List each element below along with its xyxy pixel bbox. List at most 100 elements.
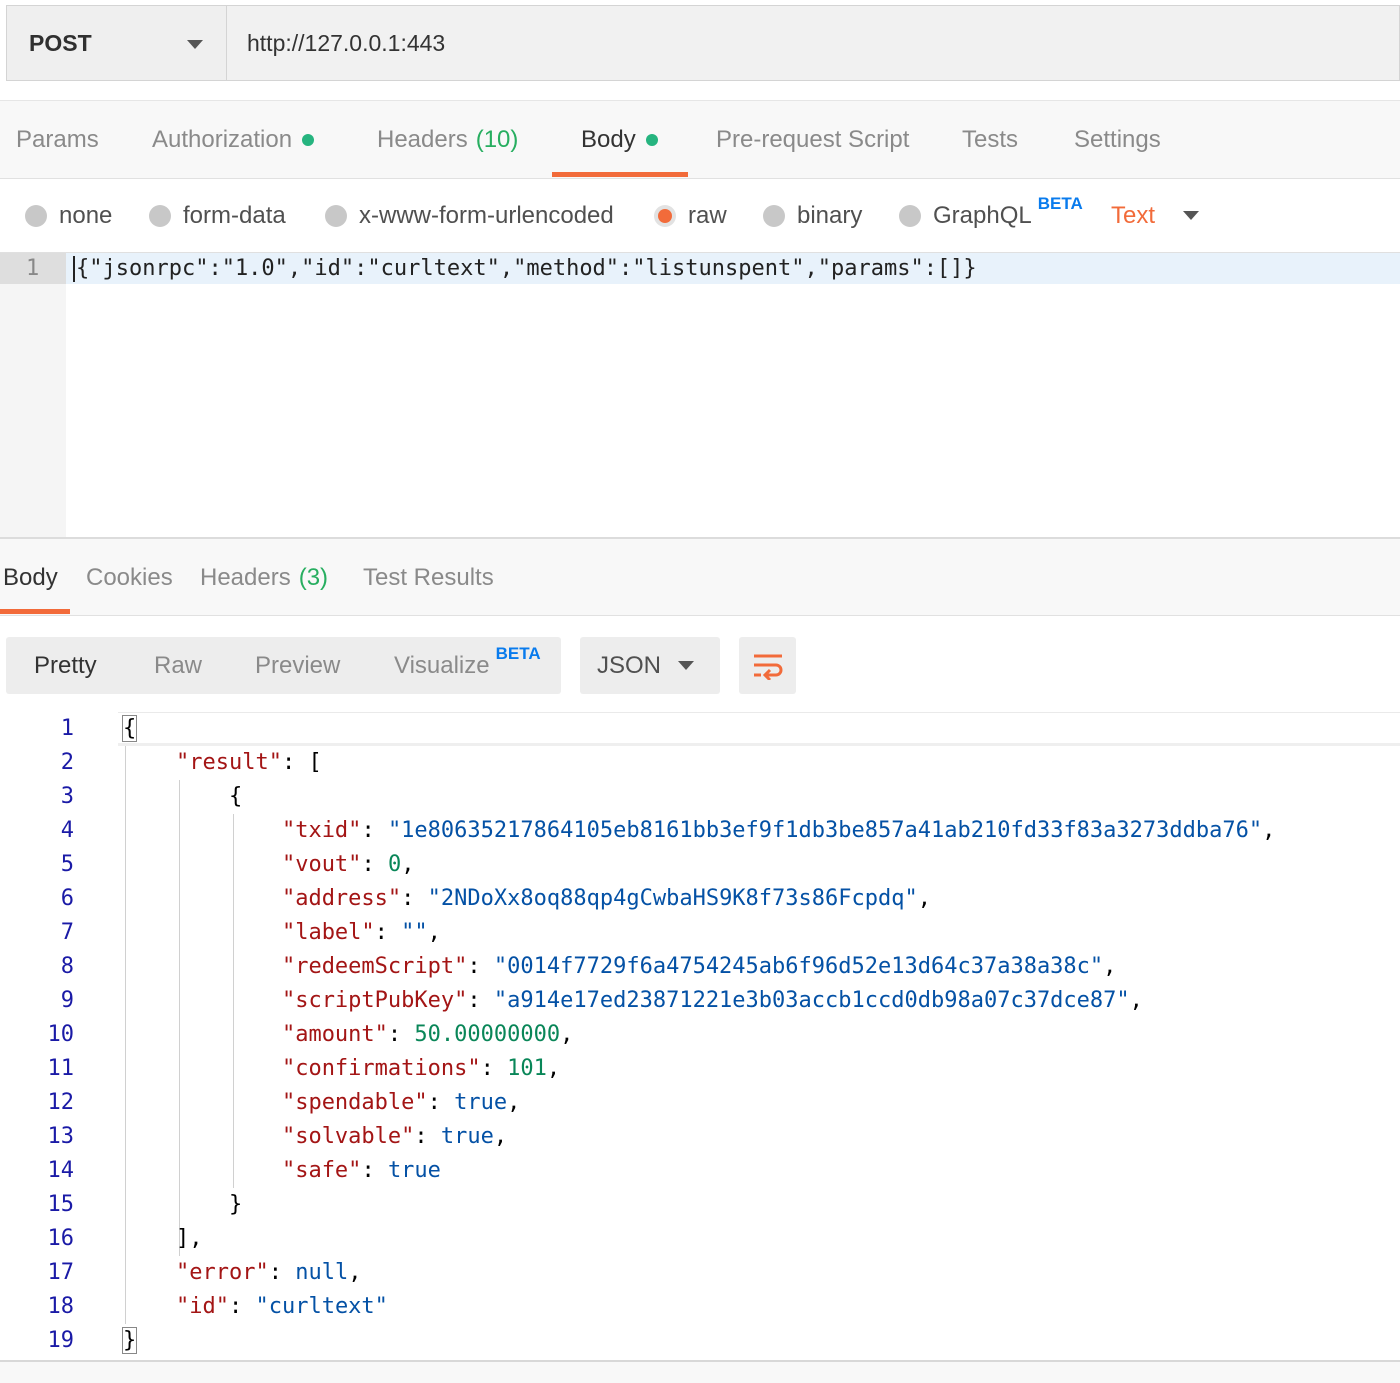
tab-label: Cookies <box>86 564 173 591</box>
tab-label: Settings <box>1074 126 1161 153</box>
line-number: 1 <box>0 253 66 284</box>
line-number: 7 <box>60 920 74 945</box>
radio-binary[interactable]: binary <box>763 180 862 252</box>
tab-authorization[interactable]: Authorization <box>152 101 315 179</box>
request-tabs: Params Authorization Headers (10) Body P… <box>0 100 1400 179</box>
tab-settings[interactable]: Settings <box>1074 101 1161 179</box>
code-line: "address": "2NDoXx8oq88qp4gCwbaHS9K8f73s… <box>281 886 931 911</box>
view-preview[interactable]: Preview <box>255 637 340 694</box>
language-select[interactable]: JSON <box>580 637 720 694</box>
radio-label: raw <box>688 202 727 229</box>
tab-count: (10) <box>475 126 519 153</box>
line-number: 15 <box>47 1192 75 1217</box>
code-line: "vout": 0, <box>281 852 415 877</box>
json-value: null <box>295 1260 349 1285</box>
response-tab-headers[interactable]: Headers (3) <box>200 539 328 617</box>
json-value: true <box>440 1124 494 1149</box>
json-value: 0 <box>387 852 402 877</box>
line-number: 19 <box>47 1328 75 1353</box>
code-line: { <box>228 784 243 809</box>
code-line: "amount": 50.00000000, <box>281 1022 574 1047</box>
json-key: "address" <box>281 886 402 911</box>
view-raw[interactable]: Raw <box>154 637 202 694</box>
method-select[interactable]: POST <box>7 6 227 80</box>
radio-raw[interactable]: raw <box>654 180 727 252</box>
wrap-lines-button[interactable] <box>739 637 796 694</box>
request-url-bar: POST <box>6 5 1400 81</box>
view-label: Visualize <box>394 651 490 679</box>
response-tab-test-results[interactable]: Test Results <box>363 539 494 617</box>
radio-circle <box>899 205 921 227</box>
chevron-down-icon <box>187 40 203 49</box>
radio-circle <box>25 205 47 227</box>
view-pretty[interactable]: Pretty <box>34 637 97 694</box>
tab-label: Headers <box>377 126 468 153</box>
code-line: "spendable": true, <box>281 1090 521 1115</box>
line-number: 11 <box>47 1056 75 1081</box>
json-value: "" <box>401 920 428 945</box>
format-label: Text <box>1111 202 1156 229</box>
line-number: 10 <box>47 1022 75 1047</box>
json-key: "confirmations" <box>281 1056 481 1081</box>
line-number: 9 <box>60 988 74 1013</box>
json-value: 101 <box>507 1056 547 1081</box>
code-line: "safe": true <box>281 1158 441 1183</box>
radio-graphql[interactable]: GraphQL BETA <box>899 180 1083 252</box>
line-number: 18 <box>47 1294 75 1319</box>
json-key: "scriptPubKey" <box>281 988 468 1013</box>
response-tabs: Body Cookies Headers (3) Test Results <box>0 537 1400 616</box>
json-key: "solvable" <box>281 1124 415 1149</box>
view-label: Raw <box>154 651 203 679</box>
json-value: "a914e17ed23871221e3b03accb1ccd0db98a07c… <box>493 988 1130 1013</box>
tab-label: Headers <box>200 564 291 591</box>
url-input[interactable] <box>227 6 1399 80</box>
json-value: "curltext" <box>255 1294 388 1319</box>
json-key: "spendable" <box>281 1090 428 1115</box>
radio-label: none <box>59 202 113 229</box>
json-value: "1e80635217864105eb8161bb3ef9f1db3be857a… <box>387 818 1263 843</box>
radio-form-data[interactable]: form-data <box>149 180 286 252</box>
json-key: "label" <box>281 920 375 945</box>
json-key: "vout" <box>281 852 362 877</box>
method-label: POST <box>29 29 92 56</box>
code-line: "label": "", <box>281 920 441 945</box>
json-key: "txid" <box>281 818 362 843</box>
radio-label: form-data <box>183 202 286 229</box>
radio-x-www-form-urlencoded[interactable]: x-www-form-urlencoded <box>325 180 614 252</box>
json-value: "2NDoXx8oq88qp4gCwbaHS9K8f73s86Fcpdq" <box>427 886 918 911</box>
chevron-down-icon <box>1183 211 1199 220</box>
code-line: "solvable": true, <box>281 1124 508 1149</box>
radio-none[interactable]: none <box>25 180 112 252</box>
radio-label: GraphQL <box>933 202 1032 229</box>
tab-params[interactable]: Params <box>16 101 99 179</box>
json-value: "0014f7729f6a4754245ab6f96d52e13d64c37a3… <box>493 954 1104 979</box>
request-body-editor[interactable]: 1 {"jsonrpc":"1.0","id":"curltext","meth… <box>0 252 1400 538</box>
response-tab-cookies[interactable]: Cookies <box>86 539 173 617</box>
radio-label: x-www-form-urlencoded <box>359 202 614 229</box>
raw-format-select[interactable]: Text <box>1111 180 1199 252</box>
chevron-down-icon <box>678 661 694 670</box>
radio-circle-selected <box>654 205 676 227</box>
beta-badge: BETA <box>1037 194 1083 213</box>
tab-label: Params <box>16 126 99 153</box>
response-tab-body[interactable]: Body <box>3 539 58 617</box>
editor-gutter <box>0 253 66 538</box>
tab-pre-request-script[interactable]: Pre-request Script <box>716 101 909 179</box>
code-line: "confirmations": 101, <box>281 1056 561 1081</box>
tab-label: Pre-request Script <box>716 126 910 153</box>
response-body-viewer[interactable]: 1 2 3 4 5 6 7 8 9 10 11 12 13 14 15 16 1… <box>0 712 1400 1360</box>
json-key: "error" <box>175 1260 269 1285</box>
line-number: 12 <box>47 1090 75 1115</box>
tab-label: Authorization <box>152 126 293 153</box>
view-visualize[interactable]: Visualize BETA <box>394 637 541 694</box>
tab-headers[interactable]: Headers (10) <box>377 101 518 179</box>
line-number: 14 <box>47 1158 75 1183</box>
request-body-text: {"jsonrpc":"1.0","id":"curltext","method… <box>76 256 977 281</box>
tab-tests[interactable]: Tests <box>962 101 1018 179</box>
tab-label: Body <box>581 126 636 153</box>
tab-body[interactable]: Body <box>581 101 658 179</box>
code-line: ], <box>175 1226 203 1251</box>
json-key: "amount" <box>281 1022 388 1047</box>
json-key: "safe" <box>281 1158 362 1183</box>
tab-label: Tests <box>962 126 1019 153</box>
